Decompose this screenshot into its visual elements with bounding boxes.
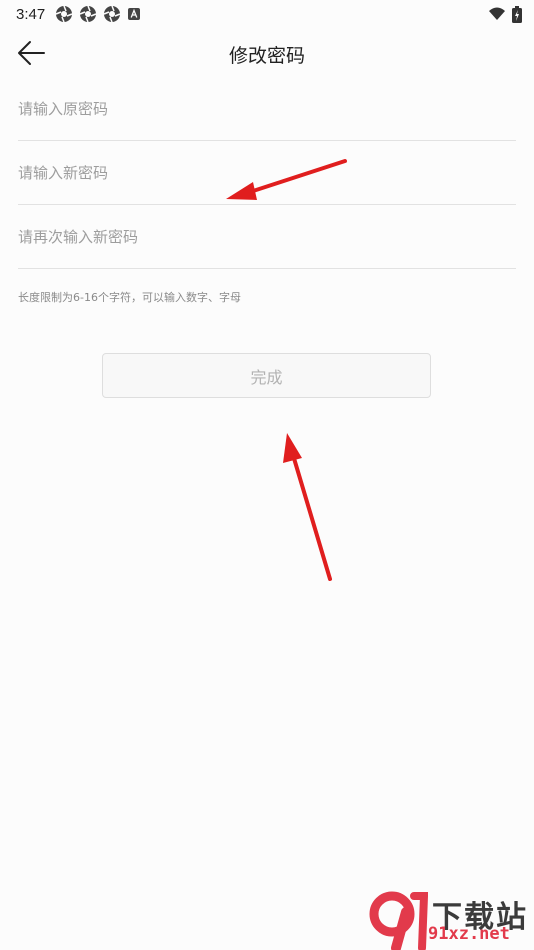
page-title: 修改密码: [228, 45, 305, 67]
status-notification-icons: [55, 5, 141, 23]
site-watermark: 下载站 91xz.net: [362, 890, 534, 950]
old-password-field: [18, 77, 516, 141]
wifi-icon: [489, 7, 505, 20]
status-system-icons: [488, 5, 522, 23]
status-time: 3:47: [16, 5, 46, 23]
aperture-icon: [55, 5, 73, 23]
watermark-site: 91xz.net: [428, 924, 510, 944]
watermark-logo: [369, 891, 428, 950]
new-password-field: [18, 141, 516, 205]
aperture-icon: [103, 5, 121, 23]
confirm-password-input[interactable]: [18, 205, 516, 268]
battery-charging-icon: [512, 5, 522, 23]
old-password-input[interactable]: [18, 77, 516, 140]
new-password-input[interactable]: [18, 141, 516, 204]
done-button[interactable]: 完成: [102, 353, 431, 398]
top-app-bar: 修改密码: [0, 28, 534, 78]
annotation-arrow-to-done-button: [283, 433, 332, 581]
confirm-password-field: [18, 205, 516, 269]
aperture-icon: [79, 5, 97, 23]
keyboard-a-icon: [128, 8, 141, 20]
password-rule-hint: 长度限制为6-16个字符，可以输入数字、字母: [18, 291, 241, 304]
status-bar: 3:47: [0, 0, 534, 28]
